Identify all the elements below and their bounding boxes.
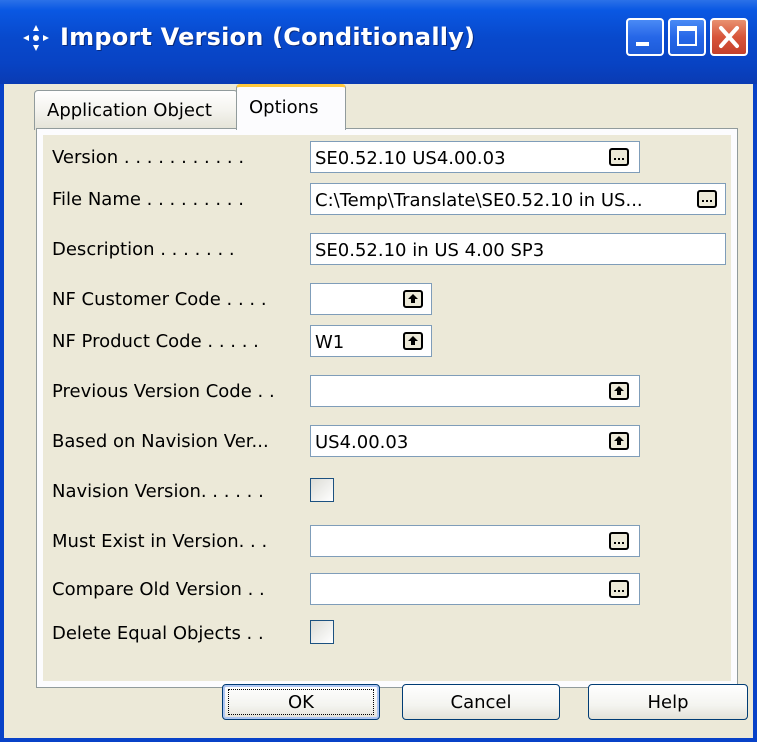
previous-version-code-lookup-button[interactable] [609, 382, 629, 400]
description-value: SE0.52.10 in US 4.00 SP3 [315, 240, 545, 261]
window-title: Import Version (Conditionally) [60, 23, 476, 51]
close-icon [719, 26, 739, 48]
close-button[interactable] [710, 18, 748, 56]
compare-old-version-assist-button[interactable] [609, 580, 629, 598]
delete-equal-objects-label: Delete Equal Objects . . [52, 623, 264, 644]
minimize-button[interactable] [626, 18, 664, 56]
version-assist-button[interactable] [609, 148, 629, 166]
based-on-navision-version-value: US4.00.03 [315, 432, 409, 453]
title-bar[interactable]: Import Version (Conditionally) [0, 0, 757, 84]
help-button-label: Help [647, 692, 689, 713]
app-icon [23, 25, 49, 51]
minimize-icon [636, 42, 649, 46]
ok-button[interactable]: OK [222, 684, 380, 720]
based-on-navision-version-lookup-button[interactable] [609, 432, 629, 450]
maximize-icon [677, 26, 697, 46]
description-label: Description . . . . . . . [52, 239, 235, 260]
nf-customer-code-field[interactable] [310, 283, 432, 315]
lookup-arrow-up-icon [408, 336, 418, 345]
tab-application-object[interactable]: Application Object [34, 90, 238, 130]
cancel-button[interactable]: Cancel [402, 684, 560, 720]
previous-version-code-label: Previous Version Code . . [52, 381, 275, 402]
lookup-arrow-up-icon [614, 436, 624, 445]
navision-version-checkbox[interactable] [310, 478, 334, 502]
based-on-navision-version-label: Based on Navision Ver... [52, 431, 269, 452]
nf-customer-code-lookup-button[interactable] [403, 290, 423, 308]
file-name-value: C:\Temp\Translate\SE0.52.10 in US... [315, 190, 643, 211]
cancel-button-label: Cancel [450, 692, 512, 713]
nf-product-code-label: NF Product Code . . . . . [52, 331, 259, 352]
ellipsis-icon [614, 158, 624, 160]
lookup-arrow-up-icon [614, 386, 624, 395]
tab-options[interactable]: Options [236, 84, 346, 130]
file-name-assist-button[interactable] [697, 190, 717, 208]
ok-button-label: OK [288, 692, 314, 713]
maximize-button[interactable] [668, 18, 706, 56]
help-button[interactable]: Help [588, 684, 748, 720]
nf-product-code-lookup-button[interactable] [403, 332, 423, 350]
nf-customer-code-label: NF Customer Code . . . . [52, 289, 267, 310]
tab-label: Options [249, 97, 319, 118]
ellipsis-icon [702, 200, 712, 202]
must-exist-in-version-label: Must Exist in Version. . . [52, 531, 268, 552]
ellipsis-icon [614, 590, 624, 592]
tab-label: Application Object [47, 100, 212, 121]
description-field[interactable]: SE0.52.10 in US 4.00 SP3 [310, 233, 726, 265]
must-exist-in-version-assist-button[interactable] [609, 532, 629, 550]
nf-product-code-value: W1 [315, 332, 345, 353]
version-label: Version . . . . . . . . . . . [52, 147, 245, 168]
delete-equal-objects-checkbox[interactable] [310, 620, 334, 644]
compare-old-version-label: Compare Old Version . . [52, 579, 265, 600]
based-on-navision-version-field[interactable]: US4.00.03 [310, 425, 640, 457]
must-exist-in-version-field[interactable] [310, 525, 640, 557]
import-version-dialog: Import Version (Conditionally) Applicati… [0, 0, 757, 742]
lookup-arrow-up-icon [408, 294, 418, 303]
compare-old-version-field[interactable] [310, 573, 640, 605]
ellipsis-icon [614, 542, 624, 544]
navision-version-label: Navision Version. . . . . . [52, 481, 264, 502]
version-field[interactable]: SE0.52.10 US4.00.03 [310, 141, 640, 173]
previous-version-code-field[interactable] [310, 375, 640, 407]
file-name-field[interactable]: C:\Temp\Translate\SE0.52.10 in US... [310, 183, 726, 215]
file-name-label: File Name . . . . . . . . . [52, 189, 244, 210]
nf-product-code-field[interactable]: W1 [310, 325, 432, 357]
version-value: SE0.52.10 US4.00.03 [315, 148, 506, 169]
